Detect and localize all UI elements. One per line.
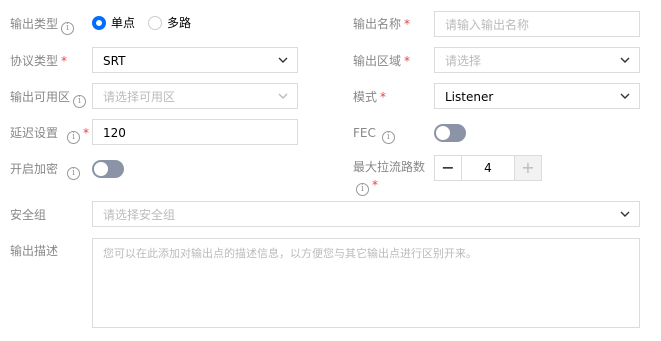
description-label: 输出描述 (10, 244, 59, 258)
output-type-label: 输出类型 i (10, 16, 75, 35)
required-mark: * (61, 54, 68, 68)
output-name-placeholder: 请输入输出名称 (445, 18, 530, 32)
toggle-knob (94, 162, 108, 176)
output-zone-placeholder: 请选择可用区 (103, 90, 176, 104)
info-icon[interactable]: i (67, 167, 81, 180)
output-region-placeholder: 请选择 (445, 54, 482, 68)
mode-select[interactable]: Listener (434, 83, 640, 109)
encryption-toggle[interactable] (92, 160, 124, 178)
chevron-down-icon (278, 93, 288, 99)
output-name-input[interactable]: 请输入输出名称 (434, 11, 640, 37)
max-pull-streams-value[interactable]: 4 (462, 155, 514, 181)
protocol-type-label: 协议类型 * (10, 54, 68, 68)
protocol-type-select[interactable]: SRT (92, 47, 298, 73)
required-mark: * (404, 17, 411, 31)
required-mark: * (83, 126, 90, 140)
required-mark: * (372, 178, 378, 192)
info-icon[interactable]: i (381, 131, 395, 144)
info-icon[interactable]: i (61, 22, 75, 35)
radio-single[interactable] (92, 16, 106, 30)
output-region-select[interactable]: 请选择 (434, 47, 640, 73)
latency-input[interactable]: 120 (92, 119, 298, 145)
latency-value: 120 (103, 126, 126, 140)
chevron-down-icon (278, 57, 288, 63)
security-group-label: 安全组 (10, 208, 47, 222)
info-icon[interactable]: i (356, 183, 369, 196)
chevron-down-icon (620, 93, 630, 99)
radio-multi[interactable] (148, 16, 162, 30)
security-group-placeholder: 请选择安全组 (103, 208, 176, 222)
description-textarea[interactable]: 您可以在此添加对输出点的描述信息，以方便您与其它输出点进行区别开来。 (92, 238, 640, 328)
toggle-knob (436, 126, 450, 140)
radio-single-label[interactable]: 单点 (111, 15, 135, 31)
required-mark: * (404, 54, 411, 68)
increment-button[interactable]: + (514, 155, 542, 181)
max-pull-streams-label-icons: i * (356, 177, 378, 196)
required-mark: * (380, 90, 387, 104)
output-name-label: 输出名称 * (353, 17, 411, 31)
description-placeholder: 您可以在此添加对输出点的描述信息，以方便您与其它输出点进行区别开来。 (103, 247, 477, 260)
encryption-label: 开启加密 i (10, 161, 81, 180)
chevron-down-icon (620, 57, 630, 63)
latency-label: 延迟设置 i * (10, 126, 90, 144)
fec-toggle[interactable] (434, 124, 466, 142)
radio-multi-label[interactable]: 多路 (167, 15, 191, 31)
protocol-type-value: SRT (103, 54, 126, 68)
fec-label: FEC i (353, 125, 395, 144)
output-zone-label: 输出可用区 i (10, 89, 87, 108)
security-group-select[interactable]: 请选择安全组 (92, 201, 640, 227)
decrement-button[interactable]: − (434, 155, 462, 181)
max-pull-streams-stepper: − 4 + (434, 155, 542, 181)
chevron-down-icon (620, 211, 630, 217)
info-icon[interactable]: i (67, 131, 81, 144)
info-icon[interactable]: i (73, 95, 87, 108)
output-zone-select[interactable]: 请选择可用区 (92, 83, 298, 109)
output-region-label: 输出区域 * (353, 54, 411, 68)
mode-value: Listener (445, 90, 494, 104)
mode-label: 模式 * (353, 90, 387, 104)
max-pull-streams-label: 最大拉流路数 (353, 160, 426, 174)
